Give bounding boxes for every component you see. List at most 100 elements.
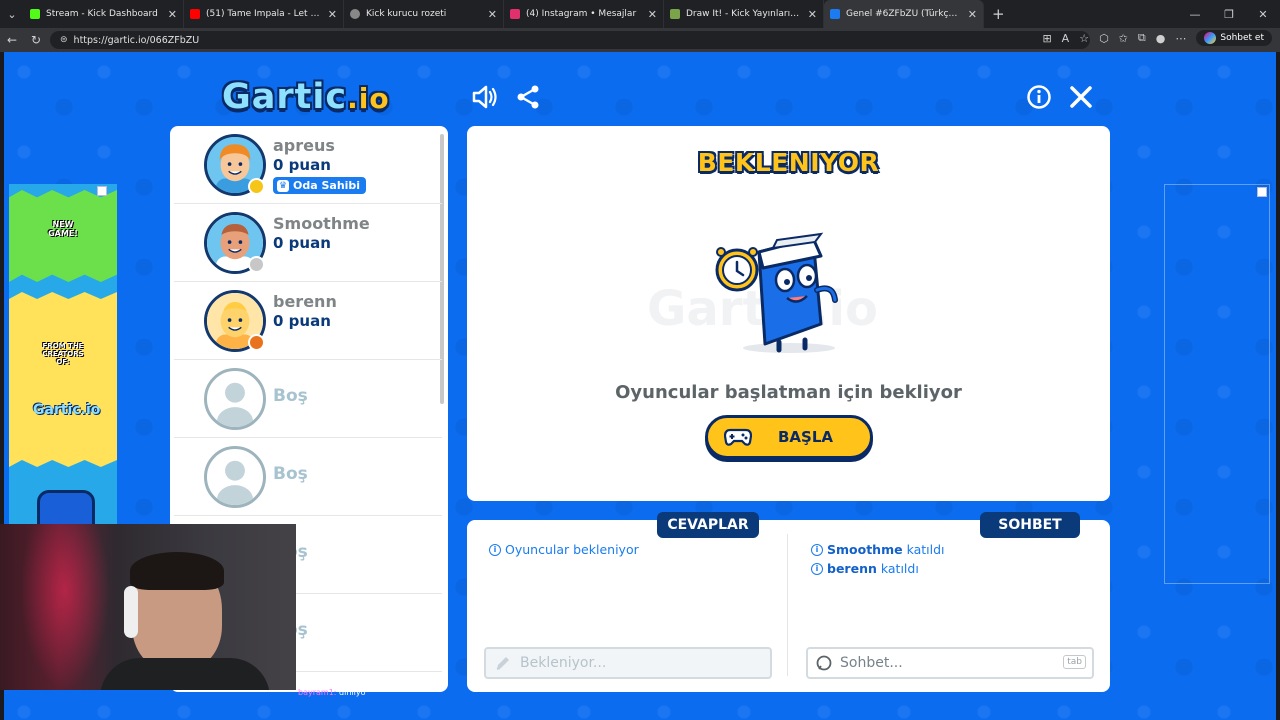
ad-new-game-text: NEW GAME!	[48, 220, 78, 238]
empty-slot: Boş	[174, 438, 442, 516]
url-field[interactable]: ⊜ https://gartic.io/066ZFbZU	[50, 31, 1090, 49]
new-tab-icon[interactable]: +	[992, 5, 1005, 23]
close-tab-icon[interactable]: ✕	[968, 8, 977, 21]
close-tab-icon[interactable]: ✕	[488, 8, 497, 21]
player-status-dot	[248, 256, 265, 273]
minimize-icon[interactable]: —	[1178, 0, 1212, 28]
copilot-button[interactable]: Sohbet et	[1196, 30, 1272, 46]
logo-suffix: .io	[347, 82, 390, 115]
tab-title: Genel #6ZFbZU (Türkçe) - Ga	[846, 9, 962, 19]
chat-input[interactable]	[840, 655, 1092, 671]
overlay-user: bayram1	[298, 688, 334, 697]
info-icon[interactable]	[1024, 82, 1054, 112]
tab-title: Kick kurucu rozeti	[366, 9, 447, 19]
back-icon[interactable]: ←	[0, 33, 24, 47]
empty-slot-label: Boş	[273, 464, 308, 484]
site-info-icon[interactable]: ⊜	[60, 35, 68, 45]
url-text: https://gartic.io/066ZFbZU	[73, 34, 200, 46]
webcam-person-hair	[130, 552, 224, 590]
kick-favicon-icon	[30, 9, 40, 19]
tab-title: (51) Tame Impala - Let It Happen (	[206, 9, 322, 19]
player-points: 0 puan	[273, 312, 331, 330]
game-status-panel: BEKLENIYOR Gartic.io Oyuncular başlatman…	[467, 126, 1110, 501]
favorites-icon[interactable]: ✩	[1119, 32, 1128, 45]
owner-badge-label: Oda Sahibi	[293, 179, 361, 192]
ad-choices-icon[interactable]	[97, 186, 107, 196]
overlay-message: dinliyo	[339, 688, 366, 697]
draw-it-favicon-icon	[670, 9, 680, 19]
favorite-star-icon[interactable]: ☆	[1079, 32, 1089, 45]
player-row[interactable]: Smoothme 0 puan	[174, 204, 442, 282]
ad-yellow-panel	[9, 292, 117, 467]
answer-input[interactable]	[520, 655, 770, 671]
close-tab-icon[interactable]: ✕	[648, 8, 657, 21]
info-small-icon: i	[811, 562, 823, 575]
browser-tab-kick-badge[interactable]: Kick kurucu rozeti ✕	[344, 0, 504, 28]
left-ad-banner[interactable]: NEW GAME! FROM THE CREATORS OF: Gartic.i…	[9, 184, 117, 524]
ad-creators-text: FROM THE CREATORS OF:	[42, 342, 84, 366]
gartic-favicon-icon	[830, 9, 840, 19]
gartic-logo: Gartic.io	[222, 77, 390, 117]
split-screen-icon[interactable]: ⊞	[1042, 32, 1051, 45]
answer-field-wrapper	[484, 647, 772, 679]
player-status-dot	[248, 334, 265, 351]
tab-key-hint: tab	[1063, 655, 1086, 669]
collections-icon[interactable]: ⧉	[1138, 31, 1146, 45]
player-row[interactable]: apreus 0 puan ♛ Oda Sahibi	[174, 126, 442, 204]
chat-message: i Smoothme katıldı	[811, 542, 945, 557]
share-icon[interactable]	[513, 82, 543, 112]
waiting-mascot-icon	[715, 232, 838, 353]
browser-tab-gartic[interactable]: Genel #6ZFbZU (Türkçe) - Ga ✕	[824, 0, 984, 28]
answers-message: i Oyuncular bekleniyor	[489, 542, 639, 557]
webcam-person-body	[100, 658, 270, 690]
read-aloud-icon[interactable]: A	[1062, 32, 1070, 45]
extensions-icon[interactable]: ⬡	[1099, 32, 1109, 45]
ad-choices-icon[interactable]	[1257, 187, 1267, 197]
close-window-icon[interactable]: ✕	[1246, 0, 1280, 28]
browser-tab-youtube[interactable]: (51) Tame Impala - Let It Happen ( ✕	[184, 0, 344, 28]
browser-tab-draw-it[interactable]: Draw It! - Kick Yayınları İçin Çizim ✕	[664, 0, 824, 28]
empty-slot: Boş	[174, 360, 442, 438]
chat-message-text: katıldı	[906, 542, 945, 557]
ad-gartic-app-icon	[37, 490, 95, 524]
status-title: BEKLENIYOR	[697, 148, 880, 177]
close-tab-icon[interactable]: ✕	[808, 8, 817, 21]
answers-chat-panel: CEVAPLAR SOHBET i Oyuncular bekleniyor i…	[467, 512, 1110, 692]
instagram-favicon-icon	[510, 9, 520, 19]
reload-icon[interactable]: ↻	[24, 33, 48, 47]
youtube-favicon-icon	[190, 9, 200, 19]
gamepad-icon	[724, 428, 752, 446]
tab-chat[interactable]: SOHBET	[980, 512, 1080, 538]
crown-icon: ♛	[277, 179, 289, 192]
right-ad-slot[interactable]	[1164, 184, 1270, 584]
start-game-button[interactable]: BAŞLA	[705, 415, 873, 459]
browser-tab-instagram[interactable]: (4) Instagram • Mesajlar ✕	[504, 0, 664, 28]
sound-icon[interactable]	[470, 82, 500, 112]
profile-avatar[interactable]: ●	[1156, 32, 1166, 45]
start-button-label: BAŞLA	[778, 428, 834, 446]
more-menu-icon[interactable]: ⋯	[1175, 32, 1186, 45]
address-bar-row: ← ↻ ⊜ https://gartic.io/066ZFbZU ⊞ A ☆ ⬡…	[0, 28, 1280, 52]
browser-tab-kick-dashboard[interactable]: Stream - Kick Dashboard ✕	[24, 0, 184, 28]
empty-avatar-icon	[204, 446, 266, 508]
close-tab-icon[interactable]: ✕	[328, 8, 337, 21]
chat-field-wrapper: tab	[806, 647, 1094, 679]
player-row[interactable]: berenn 0 puan	[174, 282, 442, 360]
maximize-icon[interactable]: ❐	[1212, 0, 1246, 28]
chat-message-user: berenn	[827, 561, 877, 576]
close-tab-icon[interactable]: ✕	[168, 8, 177, 21]
player-name: berenn	[273, 292, 337, 311]
empty-avatar-icon	[204, 368, 266, 430]
player-name: apreus	[273, 136, 335, 155]
web-favicon-icon	[350, 9, 360, 19]
chat-message: i berenn katıldı	[811, 561, 919, 576]
webcam-overlay	[0, 524, 296, 690]
tab-title: Draw It! - Kick Yayınları İçin Çizim	[686, 9, 802, 19]
tab-list-menu-icon[interactable]: ⌄	[0, 0, 24, 28]
logo-main: Gartic	[222, 77, 348, 117]
close-room-icon[interactable]	[1066, 82, 1096, 112]
chat-message-text: katıldı	[880, 561, 919, 576]
ad-gartic-logo: Gartic.io	[33, 402, 101, 418]
pencil-icon	[496, 657, 509, 670]
tab-answers[interactable]: CEVAPLAR	[657, 512, 759, 538]
